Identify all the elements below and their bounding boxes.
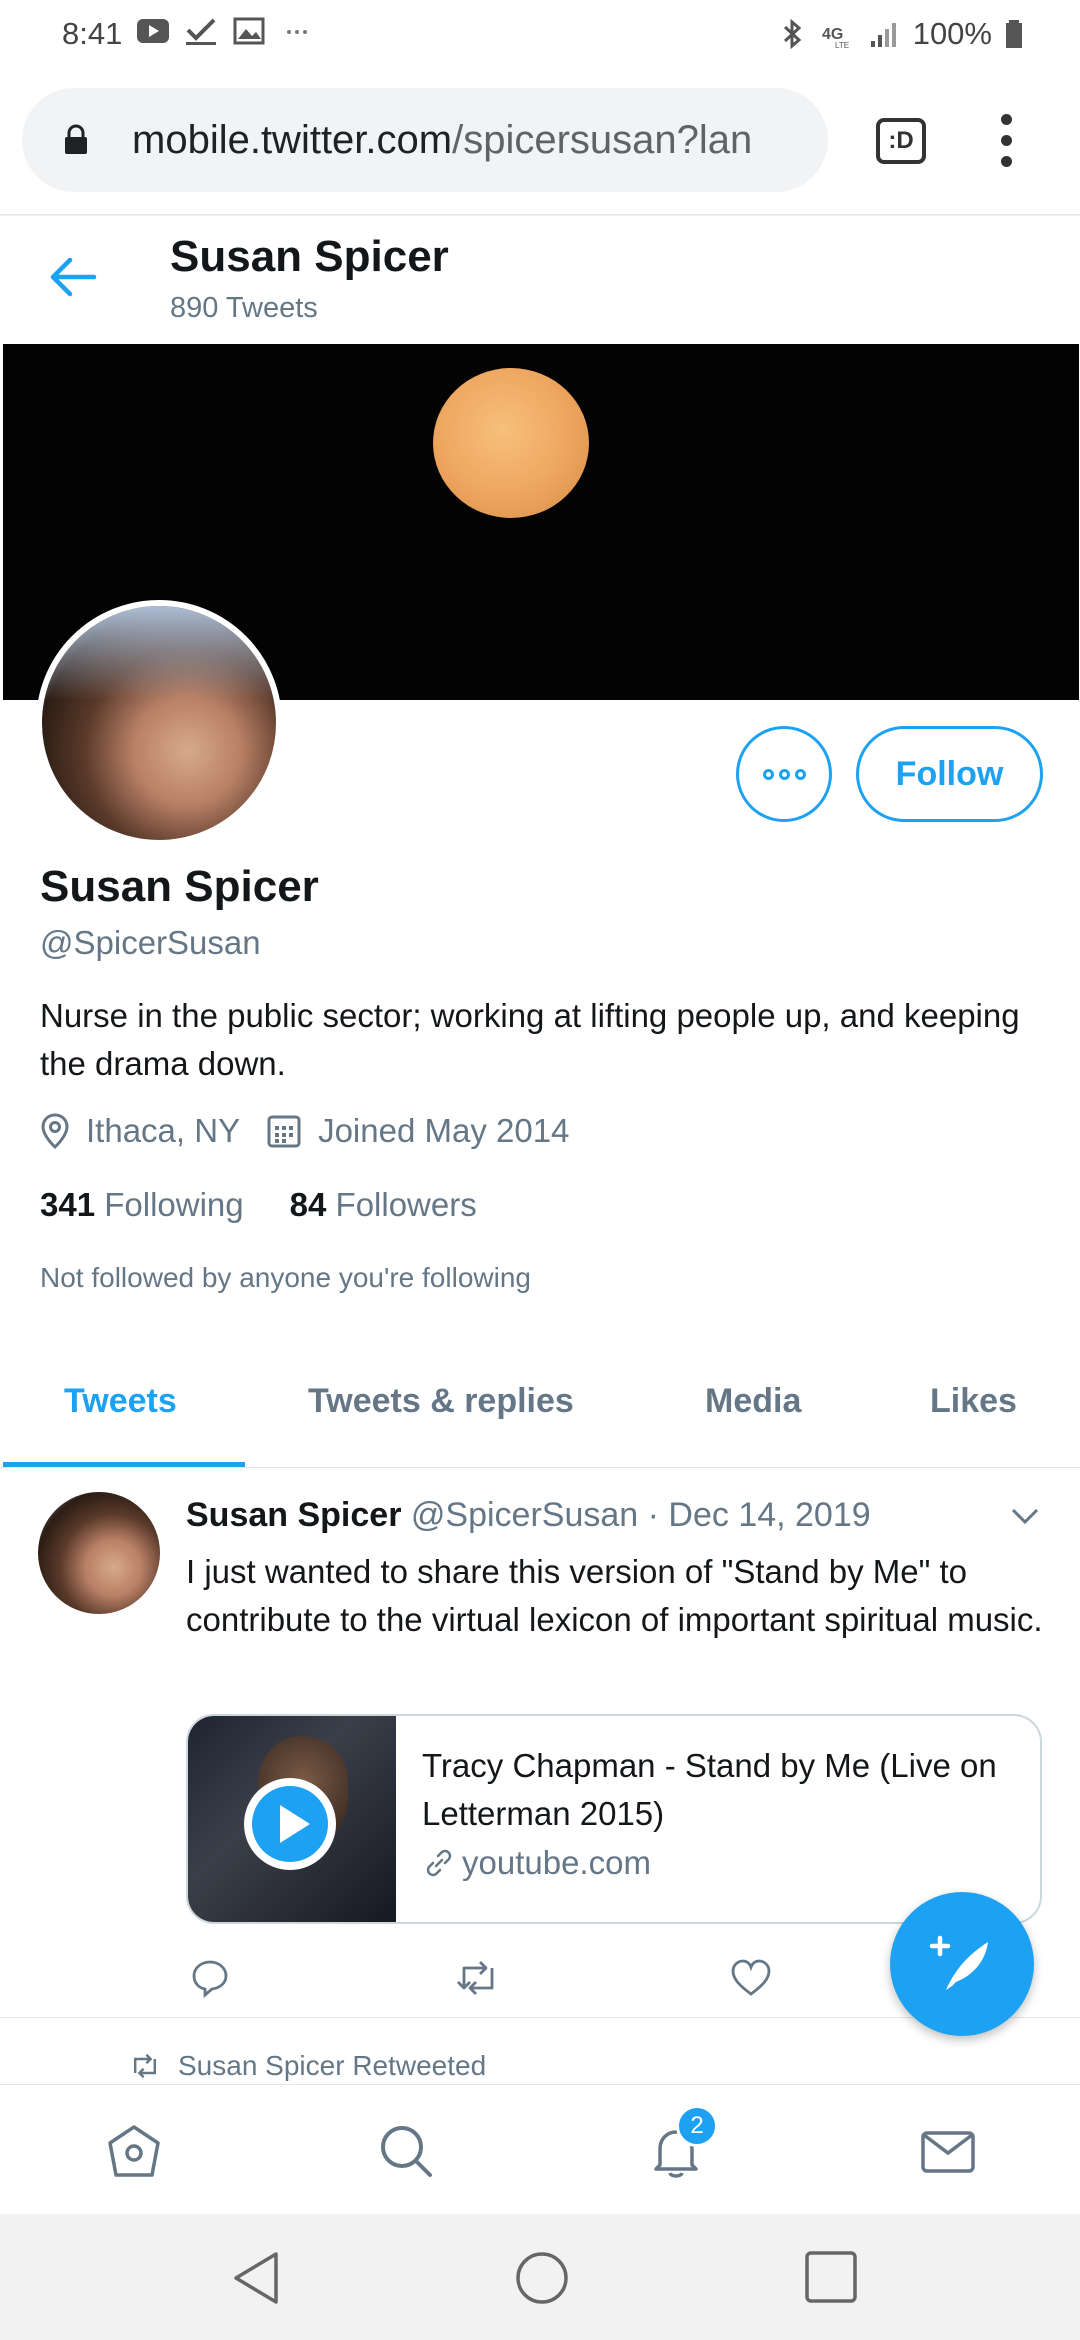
- profile-meta: Ithaca, NY Joined May 2014: [40, 1112, 595, 1150]
- following-count: 341: [40, 1186, 96, 1223]
- more-options-button[interactable]: [736, 726, 832, 822]
- link-icon: [426, 1849, 452, 1877]
- tweet-text: I just wanted to share this version of "…: [186, 1553, 1043, 1638]
- profile-stats: 341 Following 84 Followers: [40, 1186, 523, 1224]
- lte-icon: 4GLTE: [822, 26, 849, 49]
- profile-header-bar: Susan Spicer 890 Tweets: [0, 216, 1080, 344]
- search-icon[interactable]: [376, 2121, 436, 2181]
- mail-icon[interactable]: [918, 2121, 978, 2181]
- tab-switcher-button[interactable]: :D: [876, 118, 926, 164]
- retweet-icon[interactable]: [454, 1958, 502, 1998]
- status-system-icons: 4G LTE 100%: [775, 16, 1024, 52]
- chevron-down-icon[interactable]: [1010, 1506, 1040, 1526]
- card-domain-text: youtube.com: [462, 1844, 651, 1881]
- card-title: Tracy Chapman - Stand by Me (Live on Let…: [422, 1747, 997, 1832]
- followed-by-note: Not followed by anyone you're following: [40, 1262, 531, 1293]
- profile-location: Ithaca, NY: [40, 1112, 240, 1150]
- following-link[interactable]: 341 Following: [40, 1186, 244, 1224]
- tweet-author-handle: @SpicerSusan: [410, 1496, 639, 1534]
- location-text: Ithaca, NY: [86, 1112, 241, 1149]
- battery-icon: [1006, 20, 1022, 48]
- calendar-icon: [267, 1115, 301, 1148]
- active-tab-indicator: [3, 1462, 245, 1467]
- battery-percent: 100%: [912, 16, 992, 51]
- profile-name: Susan Spicer: [40, 862, 319, 911]
- bottom-navigation: 2: [0, 2084, 1080, 2214]
- profile-bio: Nurse in the public sector; working at l…: [40, 997, 1020, 1082]
- tweet-author-name[interactable]: Susan Spicer: [186, 1496, 401, 1534]
- card-thumbnail: [188, 1716, 396, 1922]
- youtube-notification-icon: [137, 19, 169, 43]
- retweeted-text: Susan Spicer Retweeted: [178, 2050, 487, 2081]
- home-icon[interactable]: [104, 2121, 164, 2181]
- tab-tweets-replies[interactable]: Tweets & replies: [308, 1382, 574, 1421]
- compose-tweet-button[interactable]: [890, 1892, 1034, 2036]
- more-notifications-icon: [287, 30, 307, 34]
- status-notification-icons: [136, 16, 314, 46]
- status-time: 8:41: [62, 16, 123, 51]
- back-arrow-icon[interactable]: [48, 256, 98, 298]
- play-icon[interactable]: [244, 1778, 336, 1870]
- reply-icon[interactable]: [190, 1958, 230, 1998]
- card-domain: youtube.com: [422, 1844, 651, 1882]
- tab-media[interactable]: Media: [705, 1382, 801, 1421]
- following-label: Following: [104, 1186, 244, 1223]
- url-path: /spicersusan?lan: [452, 118, 753, 162]
- browser-menu-button[interactable]: [998, 114, 1014, 174]
- url-bar[interactable]: mobile.twitter.com/spicersusan?lan: [22, 88, 828, 192]
- retweet-small-icon: [133, 2053, 157, 2079]
- tweet-header: Susan Spicer @SpicerSusan · Dec 14, 2019: [186, 1496, 871, 1535]
- android-home-icon[interactable]: [514, 2250, 570, 2306]
- lock-icon: [65, 124, 87, 154]
- profile-joined: Joined May 2014: [266, 1112, 569, 1150]
- followers-label: Followers: [335, 1186, 477, 1223]
- joined-text: Joined May 2014: [318, 1112, 570, 1149]
- tweet-avatar[interactable]: [38, 1492, 160, 1614]
- android-recents-icon[interactable]: [804, 2250, 858, 2304]
- link-card[interactable]: Tracy Chapman - Stand by Me (Live on Let…: [186, 1714, 1042, 1924]
- more-icon: [762, 768, 774, 780]
- image-icon: [233, 17, 265, 45]
- compose-icon: [929, 1935, 988, 1990]
- download-done-icon: [186, 18, 216, 45]
- tweet-date[interactable]: Dec 14, 2019: [668, 1496, 870, 1534]
- header-tweet-count: 890 Tweets: [170, 292, 318, 324]
- url-text: mobile.twitter.com/spicersusan?lan: [132, 118, 822, 163]
- location-icon: [41, 1113, 69, 1149]
- status-bar: 8:41 4G LTE 100%: [0, 0, 1080, 70]
- tab-likes[interactable]: Likes: [930, 1382, 1017, 1421]
- tweet-separator: ·: [647, 1496, 659, 1534]
- profile-avatar[interactable]: [36, 600, 282, 846]
- notifications-badge: 2: [676, 2105, 718, 2147]
- followers-count: 84: [289, 1186, 327, 1223]
- signal-icon: [870, 23, 896, 47]
- url-domain: mobile.twitter.com: [132, 118, 453, 162]
- followers-link[interactable]: 84 Followers: [290, 1186, 477, 1224]
- profile-handle: @SpicerSusan: [40, 924, 261, 961]
- banner-moon-image: [433, 368, 589, 518]
- tab-tweets[interactable]: Tweets: [64, 1382, 177, 1421]
- android-navigation-bar: [0, 2214, 1080, 2340]
- svg-text:LTE: LTE: [835, 41, 849, 49]
- follow-button[interactable]: Follow: [856, 726, 1043, 822]
- header-name: Susan Spicer: [170, 232, 449, 281]
- profile-tabs: Tweets Tweets & replies Media Likes: [0, 1352, 1080, 1468]
- android-back-icon[interactable]: [230, 2250, 284, 2306]
- retweeted-indicator: Susan Spicer Retweeted: [128, 2050, 486, 2082]
- browser-toolbar: mobile.twitter.com/spicersusan?lan :D: [0, 70, 1080, 215]
- like-icon[interactable]: [730, 1958, 772, 1998]
- bluetooth-icon: [783, 19, 801, 49]
